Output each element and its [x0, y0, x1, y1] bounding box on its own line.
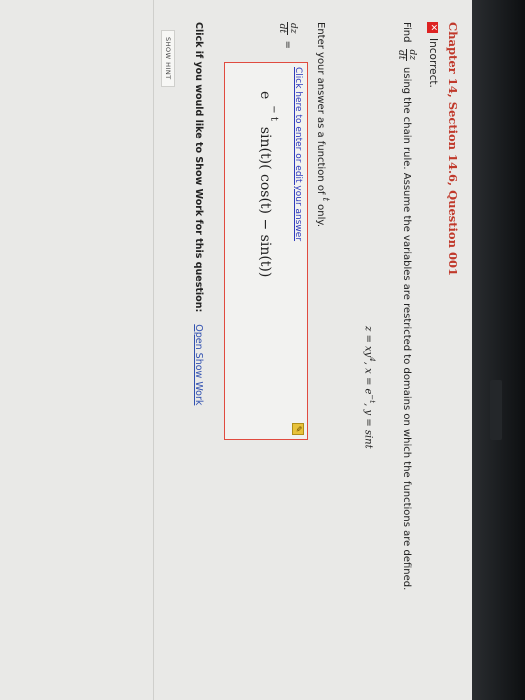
answer-body: sin(t)( cos(t) − sin(t))	[257, 126, 273, 278]
answer-label: dz dt =	[277, 22, 298, 49]
edit-answer-link[interactable]: Click here to enter or edit your answer	[293, 67, 303, 241]
incorrect-icon: ✕	[427, 22, 439, 33]
enter-prefix: Enter your answer as a function of	[315, 22, 326, 195]
answer-instruction: Enter your answer as a function of t onl…	[315, 22, 330, 228]
question-panel: Chapter 14, Section 14.6, Question 001 ✕…	[0, 0, 472, 700]
pencil-icon[interactable]: ✎	[292, 423, 304, 435]
answer-box[interactable]: Click here to enter or edit your answer …	[224, 62, 308, 440]
derivative-fraction: dz dt	[396, 48, 417, 62]
show-hint-button[interactable]: SHOW HINT	[161, 30, 175, 87]
open-show-work-link[interactable]: Open Show Work	[193, 324, 204, 405]
eq-x-exp: −t	[368, 394, 376, 404]
question-title: Chapter 14, Section 14.6, Question 001	[446, 22, 460, 276]
screen: Chapter 14, Section 14.6, Question 001 ✕…	[0, 0, 472, 700]
find-word: Find	[401, 22, 412, 43]
eq-z: z = xy	[362, 326, 374, 358]
answer-exponent: − t	[268, 105, 279, 121]
show-work-prompt: Click if you would like to Show Work for…	[193, 22, 204, 313]
answer-equals: =	[282, 40, 293, 49]
derivative-numerator: dz	[406, 48, 417, 62]
problem-statement: Find dz dt using the chain rule. Assume …	[396, 22, 417, 590]
answer-label-fraction: dz dt	[277, 22, 298, 35]
answer-label-numerator: dz	[287, 22, 298, 35]
divider	[153, 0, 154, 700]
status-text: Incorrect.	[427, 38, 439, 88]
answer-expression: e − t sin(t)( cos(t) − sin(t))	[257, 91, 279, 278]
eq-y: , y = sint	[362, 403, 374, 449]
eq-x: , x = e	[362, 361, 374, 395]
answer-label-denominator: dt	[277, 23, 287, 33]
answer-base: e	[257, 91, 273, 100]
bezel-logo	[490, 380, 502, 440]
enter-variable: t	[320, 197, 330, 202]
status-row: ✕ Incorrect.	[427, 22, 439, 88]
given-equations: z = xy4, x = e−t, y = sint	[363, 326, 376, 449]
enter-suffix: only.	[315, 204, 326, 228]
show-work-row: Click if you would like to Show Work for…	[193, 22, 204, 405]
monitor-bezel	[472, 0, 525, 700]
instruction-text: using the chain rule. Assume the variabl…	[401, 67, 412, 591]
derivative-denominator: dt	[396, 50, 406, 60]
